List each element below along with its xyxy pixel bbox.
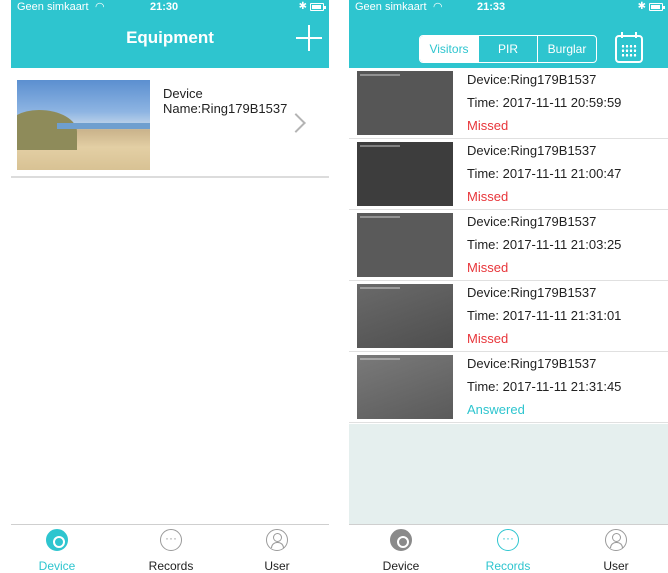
tab-bar: Device Records User [349,524,668,573]
segment-burglar[interactable]: Burglar [538,36,596,62]
carrier-label: Geen simkaart [17,1,89,13]
record-status: Missed [467,189,509,204]
records-empty-area [349,424,668,524]
user-icon [266,529,288,551]
clock-label: 21:33 [477,1,506,13]
record-row[interactable]: Device:Ring179B1537 Time: 2017-11-11 21:… [349,139,668,210]
record-device: Device:Ring179B1537 [467,214,597,229]
tab-device-label: Device [382,559,420,573]
tab-device[interactable]: Device [361,529,441,573]
tab-records-label: Records [148,559,194,573]
record-row[interactable]: Device:Ring179B1537 Time: 2017-11-11 21:… [349,210,668,281]
tab-device[interactable]: Device [17,529,97,573]
record-status: Missed [467,260,509,275]
tab-records[interactable]: Records [131,529,211,573]
equipment-screen: Geen simkaart ◠ 21:30 ✱ Equipment Device… [11,0,329,573]
bluetooth-icon: ✱ [298,1,307,12]
calendar-icon[interactable] [615,32,643,63]
status-bar: Geen simkaart ◠ 21:30 ✱ [11,0,329,14]
record-status: Answered [467,402,525,417]
chat-icon [160,529,182,551]
tab-device-label: Device [38,559,76,573]
record-snapshot [357,71,453,135]
wifi-icon: ◠ [95,1,105,13]
device-name-label: Device Name:Ring179B1537 [163,86,287,116]
tab-user-label: User [603,559,629,573]
record-row[interactable]: Device:Ring179B1537 Time: 2017-11-11 21:… [349,281,668,352]
device-label-line1: Device [163,86,203,101]
record-device: Device:Ring179B1537 [467,285,597,300]
device-thumbnail [17,80,150,170]
tab-records-label: Records [485,559,531,573]
record-status: Missed [467,118,509,133]
record-device: Device:Ring179B1537 [467,143,597,158]
user-icon [605,529,627,551]
chevron-right-icon [286,113,306,133]
record-time: Time: 2017-11-11 21:03:25 [467,237,622,252]
record-snapshot [357,355,453,419]
device-label-line2: Name:Ring179B1537 [163,101,288,116]
segment-visitors[interactable]: Visitors [420,36,479,62]
plus-icon[interactable] [295,24,323,52]
record-snapshot [357,213,453,277]
tab-user[interactable]: User [237,529,317,573]
wifi-icon: ◠ [433,1,443,13]
device-list-item[interactable]: Device Name:Ring179B1537 [11,72,329,178]
record-status: Missed [467,331,509,346]
status-bar: Geen simkaart ◠ 21:33 ✱ [349,0,668,14]
battery-icon [649,3,665,11]
record-device: Device:Ring179B1537 [467,72,597,87]
record-time: Time: 2017-11-11 21:31:01 [467,308,622,323]
nav-bar: Equipment [11,14,329,68]
nav-bar: Visitors PIR Burglar [349,14,668,68]
record-time: Time: 2017-11-11 20:59:59 [467,95,622,110]
segment-pir[interactable]: PIR [479,36,538,62]
record-time: Time: 2017-11-11 21:00:47 [467,166,622,181]
battery-icon [310,3,326,11]
tab-user[interactable]: User [576,529,656,573]
page-title: Equipment [126,28,214,47]
clock-label: 21:30 [150,1,179,13]
records-list: Device:Ring179B1537 Time: 2017-11-11 20:… [349,68,668,423]
device-icon [46,529,68,551]
record-row[interactable]: Device:Ring179B1537 Time: 2017-11-11 20:… [349,68,668,139]
record-row[interactable]: Device:Ring179B1537 Time: 2017-11-11 21:… [349,352,668,423]
record-snapshot [357,142,453,206]
records-screen: Geen simkaart ◠ 21:33 ✱ Visitors PIR Bur… [349,0,668,573]
record-time: Time: 2017-11-11 21:31:45 [467,379,622,394]
tab-records[interactable]: Records [468,529,548,573]
carrier-label: Geen simkaart [355,1,427,13]
record-type-segmented-control: Visitors PIR Burglar [419,35,597,63]
tab-bar: Device Records User [11,524,329,573]
tab-user-label: User [264,559,290,573]
chat-icon [497,529,519,551]
record-snapshot [357,284,453,348]
bluetooth-icon: ✱ [637,1,646,12]
device-icon [390,529,412,551]
record-device: Device:Ring179B1537 [467,356,597,371]
